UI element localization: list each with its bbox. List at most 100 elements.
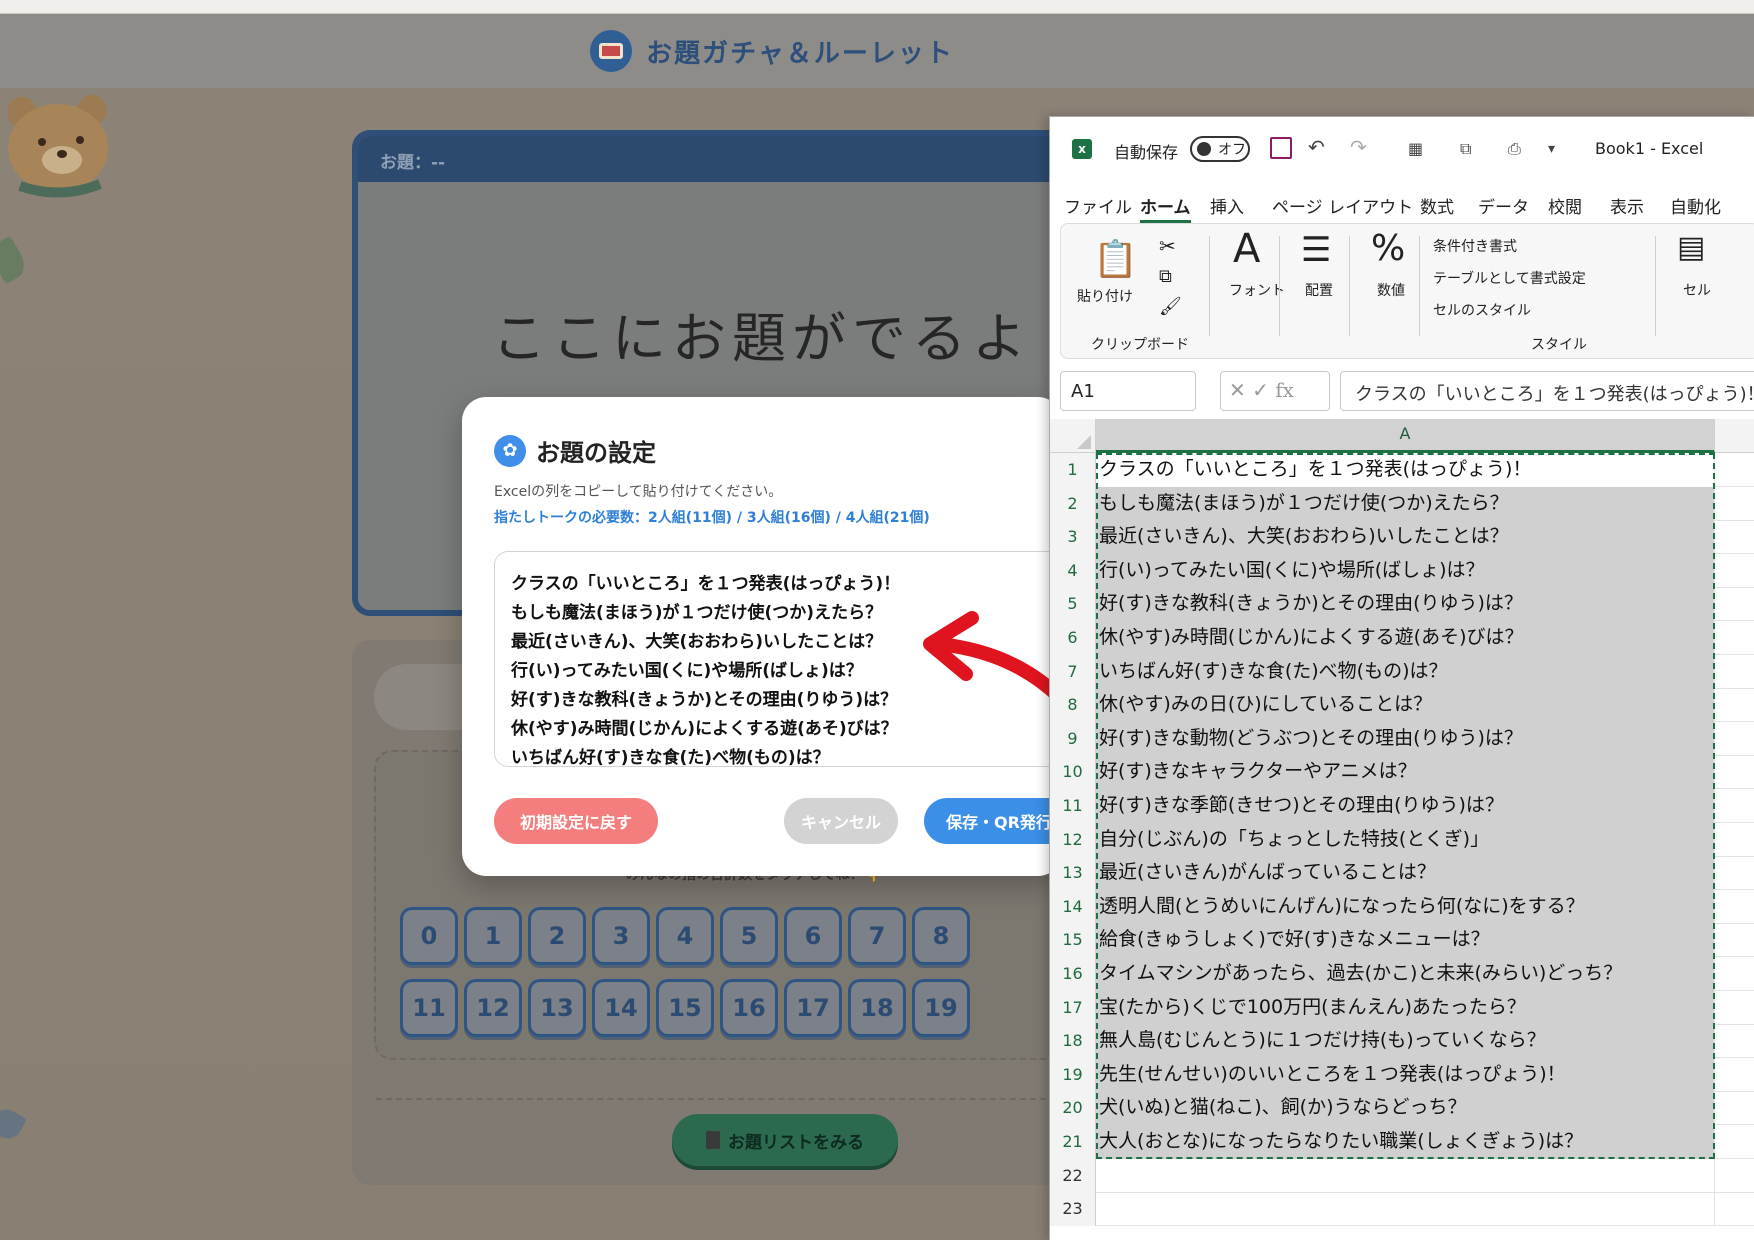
number-button[interactable]: 0 xyxy=(400,907,458,965)
cell-a[interactable]: 休(やす)みの日(ひ)にしていることは？ xyxy=(1096,688,1715,723)
percent-icon[interactable]: % xyxy=(1371,228,1405,269)
cell-a[interactable]: 行(い)ってみたい国(くに)や場所(ばしょ)は？ xyxy=(1096,553,1715,588)
row-number[interactable]: 21 xyxy=(1050,1125,1096,1159)
cell-a[interactable]: 大人(おとな)になったらなりたい職業(しょくぎょう)は？ xyxy=(1096,1125,1715,1159)
cells-label[interactable]: セル xyxy=(1683,280,1711,300)
tab-insert[interactable]: 挿入 xyxy=(1210,193,1244,218)
save-icon[interactable] xyxy=(1270,137,1292,159)
number-label[interactable]: 数値 xyxy=(1377,280,1405,300)
tab-file[interactable]: ファイル xyxy=(1064,193,1132,218)
number-button[interactable]: 2 xyxy=(528,907,586,965)
font-label[interactable]: フォント xyxy=(1229,280,1285,300)
cancel-button[interactable]: キャンセル xyxy=(784,798,898,844)
cell-a[interactable]: 自分(じぶん)の「ちょっとした特技(とくぎ)」 xyxy=(1096,822,1715,857)
tab-review[interactable]: 校閲 xyxy=(1548,193,1582,218)
customize-quick-access-icon[interactable]: ▾ xyxy=(1548,141,1555,157)
autosave-toggle[interactable]: オフ xyxy=(1190,136,1250,162)
alignment-label[interactable]: 配置 xyxy=(1305,280,1333,300)
cell-a[interactable]: 無人島(むじんとう)に１つだけ持(も)っていくなら？ xyxy=(1096,1024,1715,1059)
row-number[interactable]: 6 xyxy=(1050,621,1096,655)
cell-a[interactable]: 最近(さいきん)がんばっていることは？ xyxy=(1096,856,1715,891)
tab-formulas[interactable]: 数式 xyxy=(1420,193,1454,218)
cell-a[interactable]: 先生(せんせい)のいいところを１つ発表(はっぴょう)！ xyxy=(1096,1057,1715,1092)
cells-icon[interactable]: ▤ xyxy=(1677,230,1705,265)
cell-a[interactable]: 給食(きゅうしょく)で好(す)きなメニューは？ xyxy=(1096,923,1715,958)
number-button[interactable]: 5 xyxy=(720,907,778,965)
number-button[interactable]: 19 xyxy=(912,979,970,1037)
conditional-format-button[interactable]: 条件付き書式 xyxy=(1433,236,1517,256)
number-button[interactable]: 8 xyxy=(912,907,970,965)
number-button[interactable]: 14 xyxy=(592,979,650,1037)
tab-data[interactable]: データ xyxy=(1478,193,1529,218)
cell-a[interactable]: いちばん好(す)きな食(た)べ物(もの)は？ xyxy=(1096,654,1715,689)
cell-a[interactable]: 休(やす)み時間(じかん)によくする遊(あそ)びは？ xyxy=(1096,621,1715,655)
number-button[interactable]: 12 xyxy=(464,979,522,1037)
fx-icon[interactable]: ✕ ✓ fx xyxy=(1220,371,1330,411)
row-number[interactable]: 12 xyxy=(1050,822,1096,857)
row-number[interactable]: 8 xyxy=(1050,688,1096,723)
number-button[interactable]: 11 xyxy=(400,979,458,1037)
name-box[interactable]: A1 xyxy=(1060,371,1196,411)
cell-a[interactable] xyxy=(1096,1192,1715,1227)
row-number[interactable]: 9 xyxy=(1050,721,1096,756)
row-number[interactable]: 19 xyxy=(1050,1057,1096,1092)
row-number[interactable]: 1 xyxy=(1050,453,1096,487)
row-number[interactable]: 18 xyxy=(1050,1024,1096,1059)
form-icon[interactable]: ▦ xyxy=(1408,139,1423,158)
paste-icon[interactable]: 📋 xyxy=(1093,238,1138,280)
cell-style-button[interactable]: セルのスタイル xyxy=(1433,300,1531,320)
cell-a[interactable]: タイムマシンがあったら、過去(かこ)と未来(みらい)どっち？ xyxy=(1096,957,1715,991)
print-icon[interactable]: ⎙ xyxy=(1508,139,1521,159)
redo-icon[interactable]: ↷ xyxy=(1350,135,1367,159)
cell-a[interactable]: 透明人間(とうめいにんげん)になったら何(なに)をする？ xyxy=(1096,889,1715,924)
paste-label[interactable]: 貼り付け xyxy=(1077,286,1133,306)
row-number[interactable]: 3 xyxy=(1050,520,1096,555)
tab-automate[interactable]: 自動化 xyxy=(1670,193,1721,218)
number-button[interactable]: 17 xyxy=(784,979,842,1037)
cell-a[interactable]: 好(す)きな動物(どうぶつ)とその理由(りゆう)は？ xyxy=(1096,721,1715,756)
number-button[interactable]: 1 xyxy=(464,907,522,965)
tab-page-layout[interactable]: ページ レイアウト xyxy=(1272,193,1413,218)
cell-a[interactable] xyxy=(1096,1158,1715,1193)
tab-home[interactable]: ホーム xyxy=(1140,193,1191,223)
cut-icon[interactable]: ✂ xyxy=(1159,234,1176,258)
row-number[interactable]: 17 xyxy=(1050,990,1096,1025)
undo-icon[interactable]: ↶ xyxy=(1308,135,1325,159)
cell-a[interactable]: クラスの「いいところ」を１つ発表(はっぴょう)！ xyxy=(1096,453,1715,487)
row-number[interactable]: 2 xyxy=(1050,486,1096,521)
cell-a[interactable]: 犬(いぬ)と猫(ねこ)、飼(か)うならどっち？ xyxy=(1096,1091,1715,1126)
tab-view[interactable]: 表示 xyxy=(1610,193,1644,218)
font-icon[interactable]: A xyxy=(1233,226,1260,272)
column-header-a[interactable]: A xyxy=(1096,419,1715,453)
row-number[interactable]: 23 xyxy=(1050,1192,1096,1227)
number-button[interactable]: 3 xyxy=(592,907,650,965)
number-button[interactable]: 13 xyxy=(528,979,586,1037)
topic-list-button[interactable]: お題リストをみる xyxy=(672,1114,898,1166)
format-painter-icon[interactable]: 🖌 xyxy=(1159,296,1182,317)
format-as-table-button[interactable]: テーブルとして書式設定 xyxy=(1433,268,1586,288)
number-button[interactable]: 4 xyxy=(656,907,714,965)
cell-a[interactable]: 好(す)きなキャラクターやアニメは？ xyxy=(1096,755,1715,790)
row-number[interactable]: 4 xyxy=(1050,553,1096,588)
copy-icon[interactable]: ⧉ xyxy=(1159,266,1172,287)
row-number[interactable]: 22 xyxy=(1050,1158,1096,1193)
row-number[interactable]: 14 xyxy=(1050,889,1096,924)
row-number[interactable]: 20 xyxy=(1050,1091,1096,1126)
number-button[interactable]: 18 xyxy=(848,979,906,1037)
number-button[interactable]: 7 xyxy=(848,907,906,965)
row-number[interactable]: 7 xyxy=(1050,654,1096,689)
cell-a[interactable]: 最近(さいきん)、大笑(おおわら)いしたことは？ xyxy=(1096,520,1715,555)
reset-button[interactable]: 初期設定に戻す xyxy=(494,798,658,844)
cell-a[interactable]: 宝(たから)くじで100万円(まんえん)あたったら？ xyxy=(1096,990,1715,1025)
cell-a[interactable]: 好(す)きな教科(きょうか)とその理由(りゆう)は？ xyxy=(1096,587,1715,622)
row-number[interactable]: 13 xyxy=(1050,856,1096,891)
row-number[interactable]: 15 xyxy=(1050,923,1096,958)
row-number[interactable]: 11 xyxy=(1050,789,1096,823)
number-button[interactable]: 16 xyxy=(720,979,778,1037)
alignment-icon[interactable]: ☰ xyxy=(1301,230,1331,270)
number-button[interactable]: 15 xyxy=(656,979,714,1037)
formula-bar[interactable]: クラスの「いいところ」を１つ発表(はっぴょう)！ xyxy=(1340,371,1754,411)
cell-a[interactable]: 好(す)きな季節(きせつ)とその理由(りゆう)は？ xyxy=(1096,789,1715,823)
cell-a[interactable]: もしも魔法(まほう)が１つだけ使(つか)えたら？ xyxy=(1096,486,1715,521)
number-button[interactable]: 6 xyxy=(784,907,842,965)
